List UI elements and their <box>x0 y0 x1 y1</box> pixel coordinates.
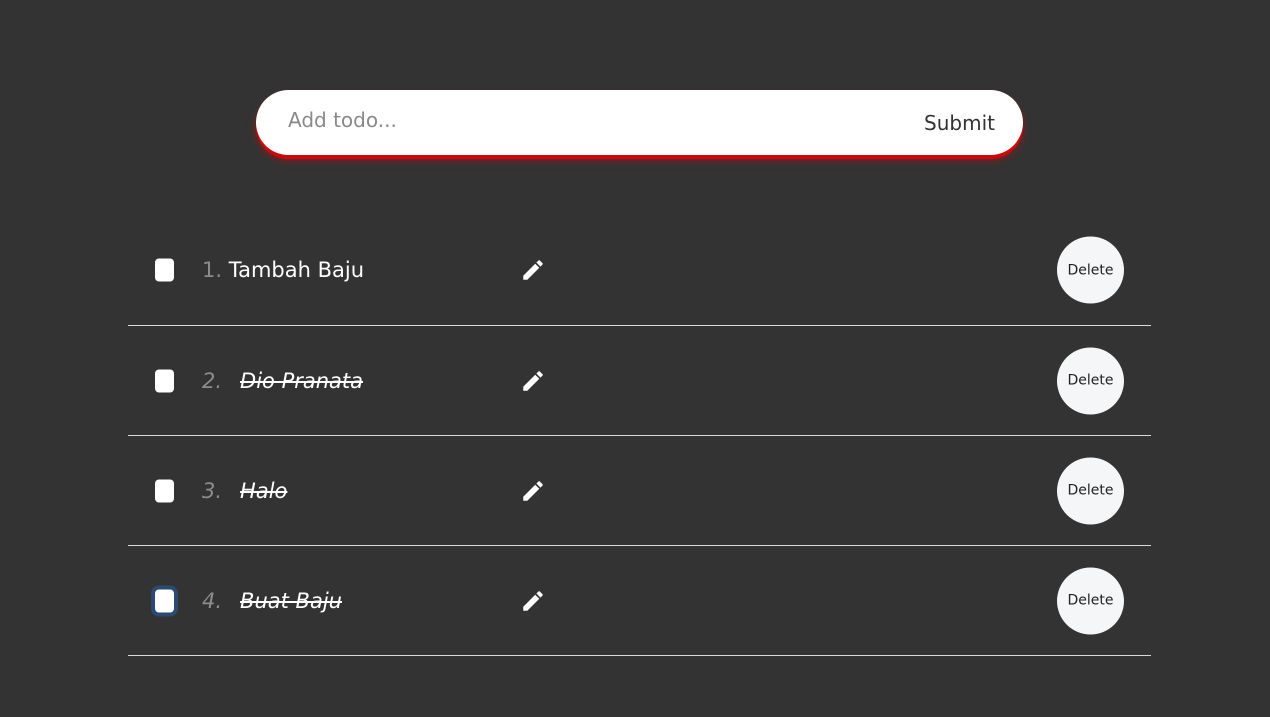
todo-checkbox[interactable] <box>155 589 174 612</box>
todo-text: 2. Dio Pranata <box>202 369 363 393</box>
todo-text: 3. Halo <box>202 479 287 503</box>
todo-checkbox[interactable] <box>155 258 174 282</box>
todo-checkbox[interactable] <box>155 369 174 392</box>
todo-number: 3. <box>202 478 223 503</box>
pencil-icon <box>523 260 543 280</box>
todo-label: Dio Pranata <box>240 368 364 393</box>
todo-label: Halo <box>240 478 288 503</box>
delete-button[interactable]: Delete <box>1057 236 1124 304</box>
pencil-icon <box>523 480 543 501</box>
todo-item: 1. Tambah Baju Delete <box>128 215 1151 326</box>
edit-button[interactable] <box>518 255 548 285</box>
todo-item: 4. Buat Baju Delete <box>128 546 1151 656</box>
todo-input[interactable] <box>288 87 888 152</box>
submit-button[interactable]: Submit <box>924 90 995 155</box>
todo-checkbox[interactable] <box>155 479 174 502</box>
todo-number: 2. <box>202 368 223 393</box>
todo-text: 1. Tambah Baju <box>202 258 364 282</box>
todo-text: 4. Buat Baju <box>202 589 342 613</box>
todo-number: 1. <box>202 258 223 282</box>
delete-button[interactable]: Delete <box>1057 347 1124 414</box>
todo-number: 4. <box>202 588 223 613</box>
pencil-icon <box>523 370 543 391</box>
todo-form: Submit <box>256 87 1023 155</box>
todo-list: 1. Tambah Baju Delete 2. Dio Pranata Dele… <box>128 215 1151 656</box>
edit-button[interactable] <box>518 586 548 616</box>
edit-button[interactable] <box>518 476 548 506</box>
todo-item: 2. Dio Pranata Delete <box>128 326 1151 436</box>
delete-button[interactable]: Delete <box>1057 567 1124 634</box>
delete-button[interactable]: Delete <box>1057 457 1124 524</box>
pencil-icon <box>523 590 543 611</box>
todo-label: Buat Baju <box>240 588 342 613</box>
todo-item: 3. Halo Delete <box>128 436 1151 546</box>
edit-button[interactable] <box>518 366 548 396</box>
todo-label: Tambah Baju <box>228 258 365 282</box>
